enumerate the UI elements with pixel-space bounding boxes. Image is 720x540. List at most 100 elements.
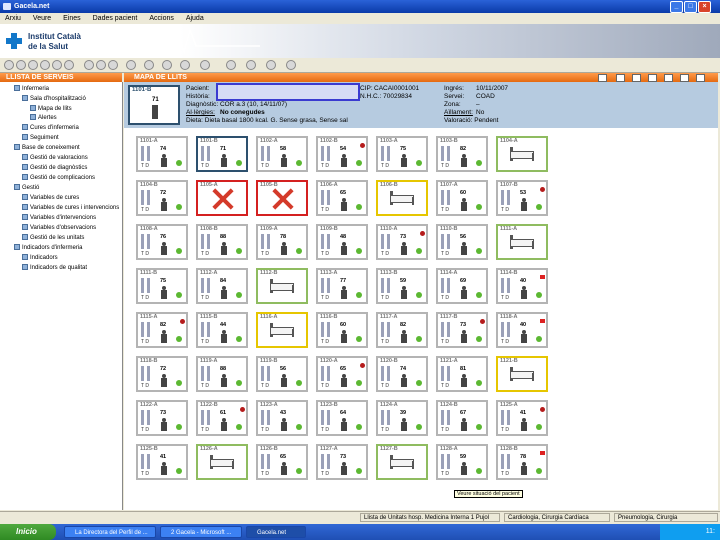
tree-item[interactable]: Mapa de llits xyxy=(30,105,72,113)
task-item[interactable]: La Directora del Perfil de ... xyxy=(64,526,156,538)
bed-card[interactable]: 1126-B 65 T D xyxy=(256,444,308,480)
tree-item[interactable]: Variables d'intervencions xyxy=(22,214,96,222)
bed-card[interactable]: 1122-A 73 T D xyxy=(136,400,188,436)
pause-icon[interactable] xyxy=(200,60,210,70)
tree-item[interactable]: Cures d'infermeria xyxy=(22,124,79,132)
minimize-button[interactable]: _ xyxy=(670,1,683,13)
tree-item[interactable]: Alertes xyxy=(30,114,57,122)
bed-card[interactable]: 1121-A 81 T D xyxy=(436,356,488,392)
bed-card[interactable]: 1118-A 40 T D xyxy=(496,312,548,348)
tree-item[interactable]: Sala d'hospitalització xyxy=(22,95,86,103)
tree-item[interactable]: Variables de cures xyxy=(22,194,79,202)
bed-card[interactable]: 1115-B 44 T D xyxy=(196,312,248,348)
bed-card[interactable]: 1118-B 72 T D xyxy=(136,356,188,392)
bed-card[interactable]: 1120-A 65 T D xyxy=(316,356,368,392)
chart-icon[interactable] xyxy=(144,60,154,70)
view-toggle-5[interactable] xyxy=(664,74,673,82)
bed-card[interactable]: 1101-B 71 T D xyxy=(196,136,248,172)
maximize-button[interactable]: □ xyxy=(684,1,697,13)
bed-card[interactable]: 1105-A xyxy=(196,180,248,216)
bed-card[interactable]: 1124-A 39 T D xyxy=(376,400,428,436)
menu-arxiu[interactable]: Arxiu xyxy=(0,13,26,24)
bed-card[interactable]: 1104-A xyxy=(496,136,548,172)
view-toggle-2[interactable] xyxy=(616,74,625,82)
tree-item[interactable]: Indicadors de qualitat xyxy=(22,264,87,272)
patient-icon[interactable] xyxy=(84,60,94,70)
bed-card[interactable]: 1115-A 82 T D xyxy=(136,312,188,348)
view-toggle-7[interactable] xyxy=(696,74,705,82)
menu-accions[interactable]: Accions xyxy=(144,13,179,24)
bed-card[interactable]: 1106-A 65 T D xyxy=(316,180,368,216)
bed-card[interactable]: 1112-B xyxy=(256,268,308,304)
bed-card[interactable]: 1119-A 88 T D xyxy=(196,356,248,392)
home-icon[interactable] xyxy=(28,60,38,70)
bed-card[interactable]: 1103-A 75 T D xyxy=(376,136,428,172)
menu-veure[interactable]: Veure xyxy=(28,13,56,24)
bed-card[interactable]: 1123-A 43 T D xyxy=(256,400,308,436)
calendar-icon[interactable] xyxy=(126,60,136,70)
bed-card[interactable]: 1102-B 54 T D xyxy=(316,136,368,172)
bed-card[interactable]: 1102-A 58 T D xyxy=(256,136,308,172)
bed-card[interactable]: 1103-B 82 T D xyxy=(436,136,488,172)
bed-card[interactable]: 1116-A xyxy=(256,312,308,348)
bed-card[interactable]: 1128-A 59 T D xyxy=(436,444,488,480)
bed-card[interactable]: 1119-B 56 T D xyxy=(256,356,308,392)
tree-item[interactable]: Seguiment xyxy=(22,134,59,142)
bed-card[interactable]: 1114-B 40 T D xyxy=(496,268,548,304)
bed-card[interactable]: 1127-B xyxy=(376,444,428,480)
bed-card[interactable]: 1110-B 56 T D xyxy=(436,224,488,260)
bed-card[interactable]: 1126-A xyxy=(196,444,248,480)
list-icon[interactable] xyxy=(180,60,190,70)
bed-card[interactable]: 1117-B 73 T D xyxy=(436,312,488,348)
view-toggle-6[interactable] xyxy=(680,74,689,82)
forward-icon[interactable] xyxy=(16,60,26,70)
tree-item[interactable]: Gestió de les unitats xyxy=(22,234,84,242)
shift-1-icon[interactable] xyxy=(246,60,256,70)
view-toggle-3[interactable] xyxy=(632,74,641,82)
bed-card[interactable]: 1123-B 64 T D xyxy=(316,400,368,436)
bed-card[interactable]: 1120-B 74 T D xyxy=(376,356,428,392)
tree-item[interactable]: Variables d'observacions xyxy=(22,224,96,232)
tree-item[interactable]: Indicadors xyxy=(22,254,58,262)
tree-item[interactable]: Gestió de complicacions xyxy=(22,174,95,182)
bed-card[interactable]: 1125-B 41 T D xyxy=(136,444,188,480)
bed-card[interactable]: 1101-A 74 T D xyxy=(136,136,188,172)
tree-item[interactable]: Gestió xyxy=(14,184,39,192)
close-button[interactable]: × xyxy=(698,1,711,13)
print-icon[interactable] xyxy=(40,60,50,70)
view-toggle-4[interactable] xyxy=(648,74,657,82)
flag-icon[interactable] xyxy=(226,60,236,70)
bed-card[interactable]: 1111-A xyxy=(496,224,548,260)
menu-eines[interactable]: Eines xyxy=(58,13,86,24)
selected-bed-card[interactable]: 1101-B 71 xyxy=(128,85,180,125)
bed-card[interactable]: 1121-B xyxy=(496,356,548,392)
bed-card[interactable]: 1109-A 78 T D xyxy=(256,224,308,260)
view-toggle-1[interactable] xyxy=(598,74,607,82)
aillament-label[interactable]: Aïllament: xyxy=(444,109,473,116)
bed-card[interactable]: 1105-B xyxy=(256,180,308,216)
bed-card[interactable]: 1106-B xyxy=(376,180,428,216)
bed-card[interactable]: 1116-B 60 T D xyxy=(316,312,368,348)
bed-card[interactable]: 1112-A 84 T D xyxy=(196,268,248,304)
tree-item[interactable]: Variables de cures i intervencions xyxy=(22,204,119,212)
bed-card[interactable]: 1128-B 78 T D xyxy=(496,444,548,480)
bed-card[interactable]: 1110-A 73 T D xyxy=(376,224,428,260)
tree-item[interactable]: Gestió de valoracions xyxy=(22,154,88,162)
bed-card[interactable]: 1125-A 41 T D xyxy=(496,400,548,436)
menu-ajuda[interactable]: Ajuda xyxy=(181,13,209,24)
tree-item[interactable]: Indicadors d'infermeria xyxy=(14,244,83,252)
task-item[interactable]: Gacela.net xyxy=(246,526,306,538)
task-item[interactable]: 2 Gacela - Microsoft ... xyxy=(160,526,242,538)
bed-card[interactable]: 1113-B 59 T D xyxy=(376,268,428,304)
nurse-icon[interactable] xyxy=(96,60,106,70)
alert-icon[interactable] xyxy=(108,60,118,70)
bed-card[interactable]: 1109-B 48 T D xyxy=(316,224,368,260)
shift-2-icon[interactable] xyxy=(266,60,276,70)
bed-card[interactable]: 1113-A 77 T D xyxy=(316,268,368,304)
tree-item[interactable]: Gestió de diagnòstics xyxy=(22,164,87,172)
bed-card[interactable]: 1124-B 67 T D xyxy=(436,400,488,436)
bed-card[interactable]: 1117-A 82 T D xyxy=(376,312,428,348)
bed-card[interactable]: 1122-B 61 T D xyxy=(196,400,248,436)
bed-card[interactable]: 1111-B 75 T D xyxy=(136,268,188,304)
bed-card[interactable]: 1107-A 60 T D xyxy=(436,180,488,216)
